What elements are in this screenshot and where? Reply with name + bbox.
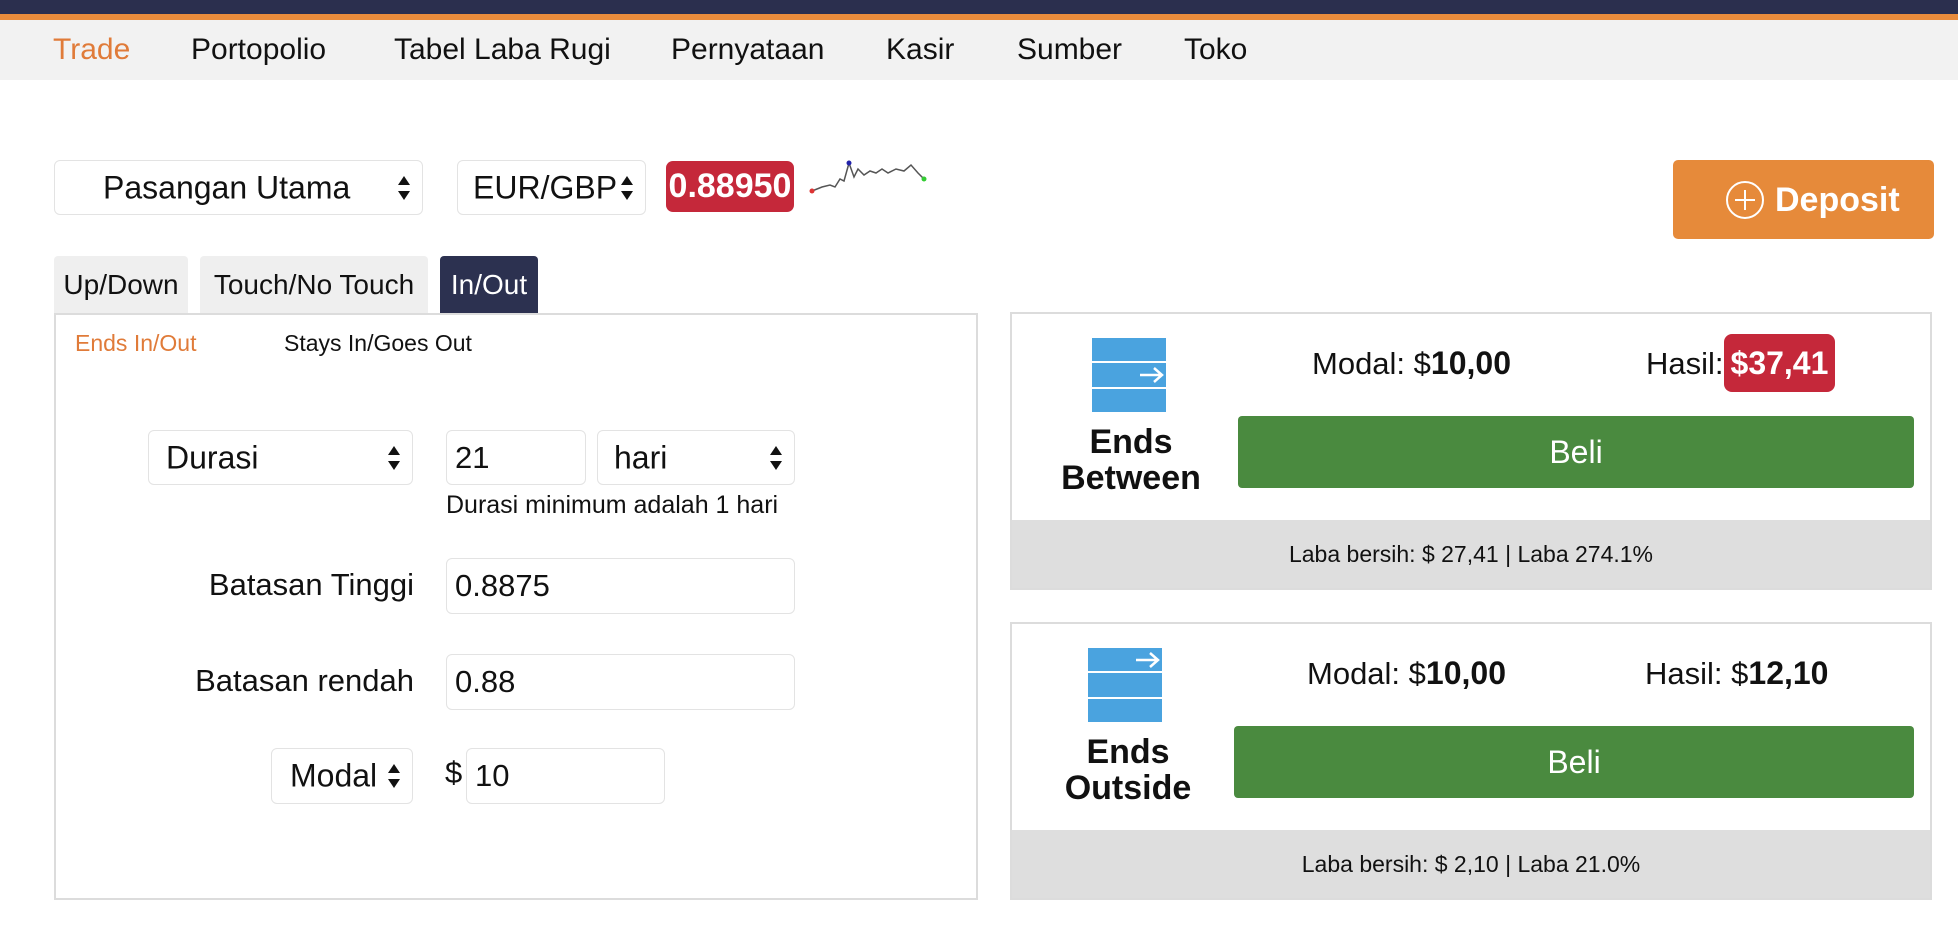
duration-input[interactable]: 21 <box>446 430 586 485</box>
low-barrier-value: 0.88 <box>455 664 516 699</box>
sparkline-end-dot <box>921 176 927 182</box>
amount-type-select[interactable]: Modal <box>271 748 413 804</box>
payout-highlight-badge: $37,41 <box>1723 334 1836 392</box>
amount-input[interactable]: 10 <box>466 748 665 804</box>
select-arrows-icon <box>621 175 633 200</box>
buy-ends-outside-button[interactable]: Beli <box>1234 726 1914 798</box>
market-group-select[interactable]: Pasangan Utama <box>54 160 423 215</box>
duration-value: 21 <box>455 439 490 475</box>
amount-type-value: Modal <box>290 757 378 794</box>
nav-item-statement[interactable]: Pernyataan <box>671 30 824 70</box>
currency-symbol: $ <box>445 755 463 790</box>
nav-item-cashier[interactable]: Kasir <box>886 30 954 70</box>
high-barrier-input[interactable]: 0.8875 <box>446 558 795 614</box>
duration-type-value: Durasi <box>166 439 259 475</box>
main-nav: Trade Portopolio Tabel Laba Rugi Pernyat… <box>0 20 1958 80</box>
high-barrier-value: 0.8875 <box>455 568 550 603</box>
subtab-stays-in-goes-out[interactable]: Stays In/Goes Out <box>284 328 472 358</box>
contract-footer: Laba bersih: $ 2,10 | Laba 21.0% <box>1012 830 1930 898</box>
pair-value: EUR/GBP <box>473 169 618 205</box>
select-arrows-icon <box>388 764 400 788</box>
duration-unit-value: hari <box>614 439 668 475</box>
select-arrows-icon <box>398 175 410 200</box>
nav-item-profit-table[interactable]: Tabel Laba Rugi <box>394 30 611 70</box>
plus-circle-icon <box>1726 181 1764 219</box>
payout-display: Hasil: $12,10 <box>1645 655 1829 691</box>
nav-item-portfolio[interactable]: Portopolio <box>191 30 326 70</box>
tab-in-out[interactable]: In/Out <box>440 256 538 314</box>
sparkline-start-dot <box>809 188 815 194</box>
top-bar <box>0 0 1958 14</box>
price-sparkline <box>809 160 927 194</box>
pair-select[interactable]: EUR/GBP <box>457 160 646 215</box>
payout-display: Hasil: $37,41 <box>1646 334 1836 392</box>
nav-item-resources[interactable]: Sumber <box>1017 30 1122 70</box>
duration-hint: Durasi minimum adalah 1 hari <box>446 491 779 519</box>
deposit-label: Deposit <box>1775 181 1900 219</box>
tab-up-down[interactable]: Up/Down <box>54 256 188 314</box>
contract-title: Ends Outside <box>1064 733 1192 807</box>
select-arrows-icon <box>770 445 782 470</box>
spot-price-badge: 0.88950 <box>666 161 794 212</box>
market-group-value: Pasangan Utama <box>103 169 351 205</box>
nav-item-shop[interactable]: Toko <box>1184 30 1247 70</box>
duration-unit-select[interactable]: hari <box>597 430 795 485</box>
subtab-ends-in-out[interactable]: Ends In/Out <box>75 328 196 358</box>
high-barrier-label: Batasan Tinggi <box>208 567 414 602</box>
amount-value: 10 <box>475 758 510 793</box>
select-arrows-icon <box>388 445 400 470</box>
ends-outside-icon <box>1088 648 1162 722</box>
low-barrier-label: Batasan rendah <box>195 663 414 698</box>
contract-title: Ends Between <box>1061 423 1201 497</box>
contract-footer: Laba bersih: $ 27,41 | Laba 274.1% <box>1012 520 1930 588</box>
buy-ends-between-button[interactable]: Beli <box>1238 416 1914 488</box>
low-barrier-input[interactable]: 0.88 <box>446 654 795 710</box>
stake-display: Modal: $10,00 <box>1312 345 1511 381</box>
tab-touch-no-touch[interactable]: Touch/No Touch <box>200 256 428 314</box>
duration-type-select[interactable]: Durasi <box>148 430 413 485</box>
ends-between-icon <box>1092 338 1166 412</box>
stake-display: Modal: $10,00 <box>1307 655 1506 691</box>
deposit-button[interactable]: Deposit <box>1673 160 1934 239</box>
nav-item-trade[interactable]: Trade <box>53 30 130 70</box>
sparkline-high-dot <box>846 160 852 166</box>
